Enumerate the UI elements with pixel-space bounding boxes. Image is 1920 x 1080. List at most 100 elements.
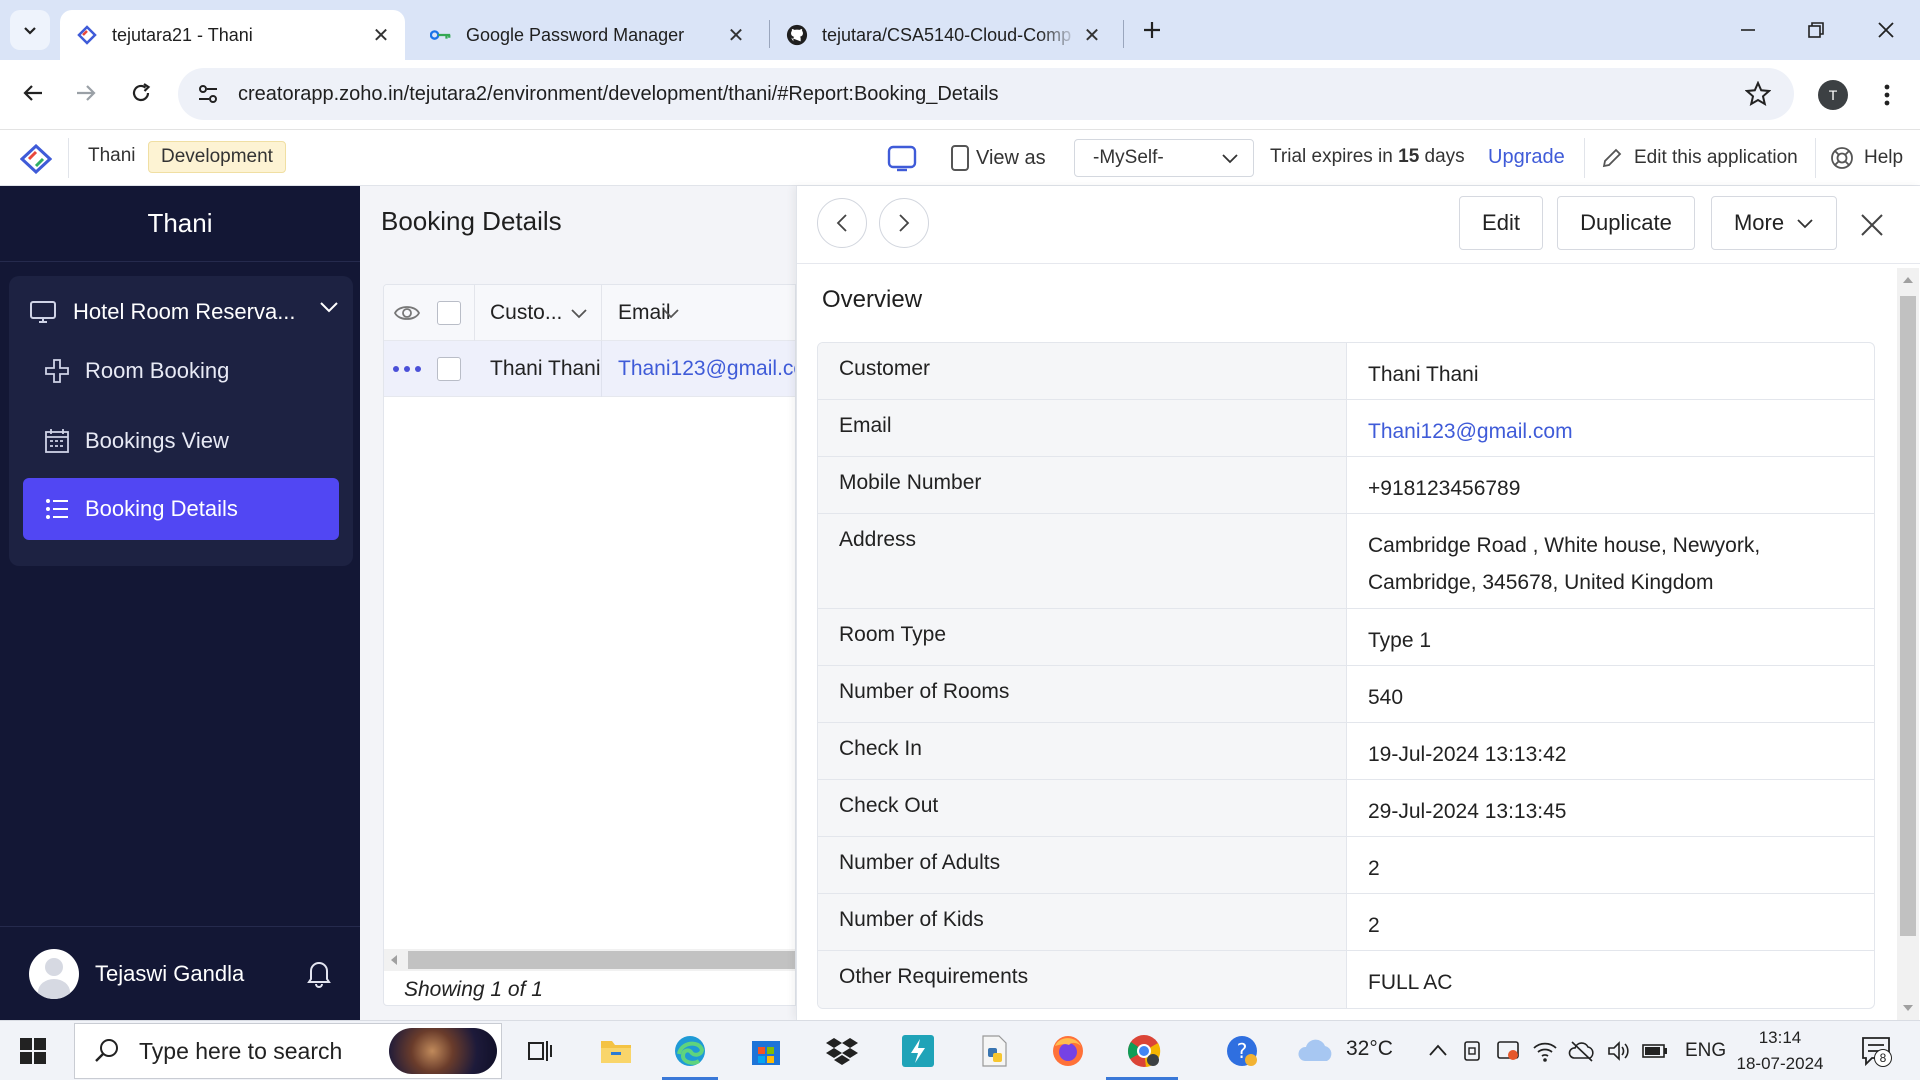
help-app-icon[interactable]: ? — [1222, 1031, 1262, 1071]
sidebar-item-booking-details[interactable]: Booking Details — [23, 478, 339, 540]
bell-icon[interactable] — [303, 957, 335, 989]
environment-badge[interactable]: Development — [148, 141, 286, 173]
chevron-down-icon — [1797, 219, 1813, 229]
close-detail-button[interactable] — [1857, 210, 1887, 240]
previous-record-button[interactable] — [817, 198, 867, 248]
volume-icon[interactable] — [1606, 1039, 1630, 1063]
user-profile[interactable]: Tejaswi Gandla — [0, 926, 360, 1020]
edit-application-button[interactable]: Edit this application — [1600, 144, 1798, 172]
field-row: Room Type Type 1 — [818, 609, 1874, 666]
tab-google-password-manager[interactable]: Google Password Manager ✕ — [414, 10, 760, 60]
duplicate-record-button[interactable]: Duplicate — [1557, 196, 1695, 250]
close-tab-icon[interactable]: ✕ — [722, 21, 750, 49]
bookmark-star-icon[interactable] — [1744, 80, 1772, 108]
minimize-window-button[interactable] — [1718, 8, 1778, 52]
microsoft-store-icon[interactable] — [746, 1031, 786, 1071]
wifi-icon[interactable] — [1532, 1039, 1558, 1063]
row-checkbox[interactable] — [437, 357, 461, 381]
scroll-down-arrow-icon[interactable] — [1902, 1004, 1914, 1012]
sidebar-item-bookings-view[interactable]: Bookings View — [23, 410, 339, 472]
tab-thani[interactable]: tejutara21 - Thani ✕ — [60, 10, 405, 60]
scrollbar-thumb[interactable] — [408, 951, 795, 969]
cell-email-link[interactable]: Thani123@gmail.com — [618, 357, 795, 381]
sidebar-item-room-booking[interactable]: Room Booking — [23, 340, 339, 402]
close-tab-icon[interactable]: ✕ — [367, 21, 395, 49]
sidebar-section: Hotel Room Reserva... Room Booking Booki… — [9, 276, 353, 566]
field-label: Address — [818, 514, 1347, 608]
firefox-icon[interactable] — [1048, 1031, 1088, 1071]
windows-start-icon[interactable] — [20, 1038, 46, 1064]
report-grid: Custo... Email Thani Thani Thani123@gmai… — [383, 284, 796, 1006]
next-record-button[interactable] — [879, 198, 929, 248]
horizontal-scrollbar[interactable] — [384, 949, 795, 971]
field-value: Type 1 — [1368, 629, 1432, 652]
forward-button[interactable] — [66, 73, 106, 113]
new-tab-button[interactable] — [1137, 15, 1167, 45]
view-as-toggle[interactable]: View as — [950, 144, 1046, 172]
reload-button[interactable] — [121, 73, 161, 113]
close-window-button[interactable] — [1856, 8, 1916, 52]
column-header-customer[interactable]: Custo... — [490, 301, 562, 325]
more-actions-button[interactable]: More — [1711, 196, 1837, 250]
sidebar-section-header[interactable]: Hotel Room Reserva... — [29, 294, 339, 330]
back-button[interactable] — [13, 73, 53, 113]
address-bar[interactable]: creatorapp.zoho.in/tejutara2/environment… — [178, 68, 1794, 120]
security-icon[interactable] — [1496, 1039, 1520, 1063]
browser-menu-button[interactable] — [1872, 78, 1902, 112]
device-preview-icon[interactable] — [887, 144, 917, 172]
edge-browser-icon[interactable] — [670, 1031, 710, 1071]
select-all-checkbox[interactable] — [437, 301, 461, 325]
chevron-left-icon — [836, 214, 847, 232]
column-divider — [601, 341, 602, 397]
scrollbar-thumb[interactable] — [1900, 296, 1916, 936]
file-explorer-icon[interactable] — [596, 1031, 636, 1071]
chevron-up-icon[interactable] — [1428, 1043, 1448, 1057]
restore-window-button[interactable] — [1786, 8, 1846, 52]
scroll-left-arrow-icon[interactable] — [390, 954, 398, 966]
notification-center-button[interactable]: 8 — [1860, 1035, 1894, 1067]
app-shortcut-icon[interactable] — [898, 1031, 938, 1071]
chevron-down-icon[interactable] — [662, 307, 680, 319]
system-clock[interactable]: 13:14 18-07-2024 — [1730, 1025, 1830, 1077]
input-language[interactable]: ENG — [1685, 1040, 1726, 1062]
avatar[interactable] — [29, 948, 79, 999]
key-icon — [430, 24, 452, 46]
view-as-select[interactable]: -MySelf- — [1074, 139, 1254, 177]
tab-search-button[interactable] — [10, 10, 50, 50]
sidebar-item-label: Booking Details — [85, 496, 238, 521]
field-value-email-link[interactable]: Thani123@gmail.com — [1347, 394, 1874, 456]
field-row: Check In 19-Jul-2024 13:13:42 — [818, 723, 1874, 780]
app-name: Thani — [88, 145, 136, 166]
tab-title: tejutara21 - Thani — [112, 24, 253, 45]
meet-now-icon[interactable] — [1462, 1039, 1484, 1063]
field-value: Cambridge Road , White house, Newyork, C… — [1368, 534, 1761, 594]
table-row[interactable]: Thani Thani Thani123@gmail.com — [384, 341, 795, 397]
edit-record-button[interactable]: Edit — [1459, 196, 1543, 250]
eye-icon[interactable] — [394, 301, 420, 325]
close-tab-icon[interactable]: ✕ — [1078, 21, 1106, 49]
battery-icon[interactable] — [1642, 1043, 1668, 1059]
more-horizontal-icon[interactable] — [392, 365, 422, 373]
chevron-down-icon[interactable] — [570, 307, 588, 319]
site-info-icon[interactable] — [190, 76, 226, 112]
header-divider — [1815, 138, 1816, 178]
report-title: Booking Details — [381, 206, 562, 236]
task-view-icon[interactable] — [520, 1031, 560, 1071]
onedrive-offline-icon[interactable] — [1568, 1039, 1596, 1063]
taskbar-search-box[interactable]: Type here to search — [74, 1023, 502, 1079]
sidebar-app-title: Thani — [0, 186, 360, 262]
python-file-icon[interactable] — [974, 1031, 1014, 1071]
tab-github-repo[interactable]: tejutara/CSA5140-Cloud-Comp ✕ — [770, 10, 1116, 60]
vertical-scrollbar[interactable] — [1897, 268, 1919, 1020]
close-icon — [1861, 214, 1883, 236]
chrome-icon[interactable] — [1124, 1031, 1164, 1071]
weather-cloud-icon[interactable] — [1296, 1031, 1336, 1071]
profile-avatar[interactable]: T — [1818, 80, 1848, 110]
help-button[interactable]: Help — [1830, 144, 1903, 172]
weather-temperature[interactable]: 32°C — [1346, 1037, 1393, 1061]
scroll-up-arrow-icon[interactable] — [1902, 276, 1914, 284]
dropbox-icon[interactable] — [822, 1031, 862, 1071]
column-divider — [601, 285, 602, 341]
zoho-creator-logo-icon[interactable] — [20, 144, 52, 174]
upgrade-link[interactable]: Upgrade — [1488, 146, 1565, 169]
